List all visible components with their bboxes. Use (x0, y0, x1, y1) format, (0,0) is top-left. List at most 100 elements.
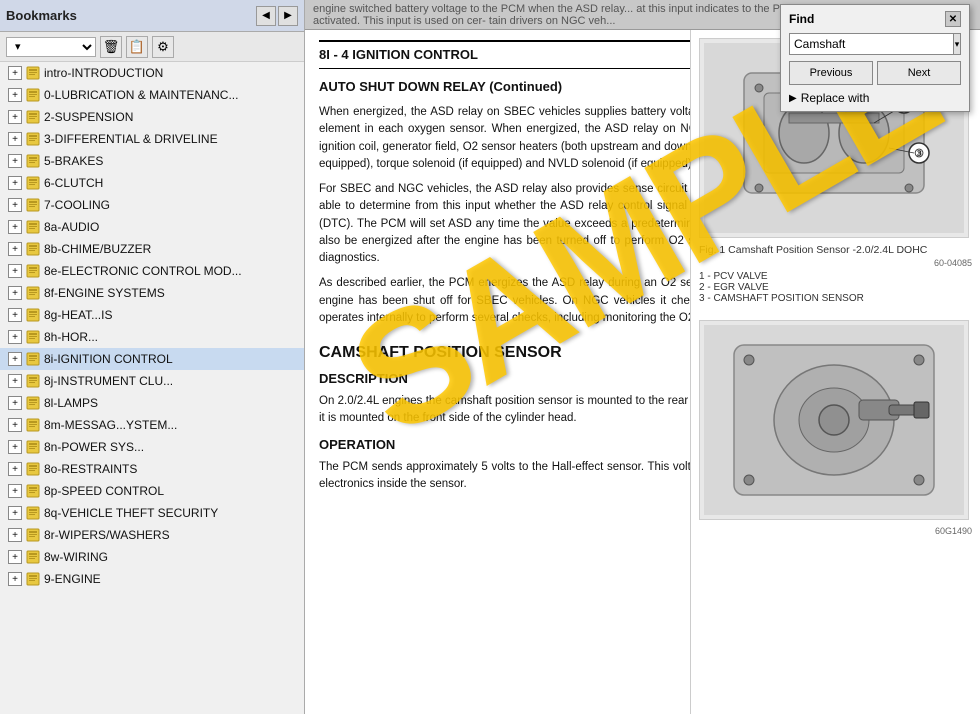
section-tag: 8I - 4 IGNITION CONTROL (319, 45, 478, 65)
bookmark-expand-engine[interactable]: + (8, 286, 22, 300)
bookmark-label-intro: intro-INTRODUCTION (44, 66, 163, 80)
figure-1-legend-3: 3 - CAMSHAFT POSITION SENSOR (699, 293, 972, 304)
bookmark-expand-instr[interactable]: + (8, 374, 22, 388)
sidebar-item-audio[interactable]: + 8a-AUDIO (0, 216, 304, 238)
figure-2-image (699, 320, 969, 520)
sidebar-item-wiring[interactable]: + 8w-WIRING (0, 546, 304, 568)
bookmark-expand-ecm[interactable]: + (8, 264, 22, 278)
find-previous-button[interactable]: Previous (789, 61, 873, 85)
bookmark-icon-ecm (26, 264, 40, 278)
sidebar-item-engine[interactable]: + 8f-ENGINE SYSTEMS (0, 282, 304, 304)
bookmark-expand-theft[interactable]: + (8, 506, 22, 520)
bookmark-label-ignition: 8i-IGNITION CONTROL (44, 352, 173, 366)
bookmark-expand-diff[interactable]: + (8, 132, 22, 146)
bookmark-icon-lamps (26, 396, 40, 410)
bookmark-expand-horn[interactable]: + (8, 330, 22, 344)
find-dropdown-button[interactable]: ▾ (954, 33, 961, 55)
bookmark-expand-lamps[interactable]: + (8, 396, 22, 410)
bookmark-expand-restraints[interactable]: + (8, 462, 22, 476)
sidebar-title: Bookmarks (6, 8, 77, 23)
sidebar-item-message[interactable]: + 8m-MESSAG...YSTEM... (0, 414, 304, 436)
sidebar-item-wipers[interactable]: + 8r-WIPERS/WASHERS (0, 524, 304, 546)
bookmark-label-instr: 8j-INSTRUMENT CLU... (44, 374, 173, 388)
sidebar-item-brakes[interactable]: + 5-BRAKES (0, 150, 304, 172)
bookmark-expand-wipers[interactable]: + (8, 528, 22, 542)
sidebar-item-speed[interactable]: + 8p-SPEED CONTROL (0, 480, 304, 502)
sidebar-nav-buttons: ◀ ▶ (256, 6, 298, 26)
find-next-button[interactable]: Next (877, 61, 961, 85)
sidebar-item-restraints[interactable]: + 8o-RESTRAINTS (0, 458, 304, 480)
sidebar-item-cooling[interactable]: + 7-COOLING (0, 194, 304, 216)
bookmark-expand-cooling[interactable]: + (8, 198, 22, 212)
bookmark-label-message: 8m-MESSAG...YSTEM... (44, 418, 177, 432)
bookmark-icon-wipers (26, 528, 40, 542)
sidebar-item-intro[interactable]: + intro-INTRODUCTION (0, 62, 304, 84)
bookmark-icon-diff (26, 132, 40, 146)
sidebar-item-heat[interactable]: + 8g-HEAT...IS (0, 304, 304, 326)
bookmark-expand-chime[interactable]: + (8, 242, 22, 256)
find-title: Find (789, 12, 814, 26)
replace-label: Replace with (801, 91, 870, 105)
bookmark-label-audio: 8a-AUDIO (44, 220, 99, 234)
sidebar-item-diff[interactable]: + 3-DIFFERENTIAL & DRIVELINE (0, 128, 304, 150)
bookmark-icon-brakes (26, 154, 40, 168)
sidebar-content: + intro-INTRODUCTION+ 0-LUBRICATION & MA… (0, 62, 304, 714)
bookmark-expand-ignition[interactable]: + (8, 352, 22, 366)
bookmark-label-engine: 8f-ENGINE SYSTEMS (44, 286, 165, 300)
bookmark-label-heat: 8g-HEAT...IS (44, 308, 112, 322)
figure-1-caption: Fig. 1 Camshaft Position Sensor -2.0/2.4… (699, 244, 972, 256)
figure-1-code: 60-04085 (699, 258, 972, 268)
bookmark-expand-susp[interactable]: + (8, 110, 22, 124)
sidebar-nav-right[interactable]: ▶ (278, 6, 298, 26)
sidebar-item-theft[interactable]: + 8q-VEHICLE THEFT SECURITY (0, 502, 304, 524)
figure-1-legend-2: 2 - EGR VALVE (699, 282, 972, 293)
bookmark-icon-horn (26, 330, 40, 344)
sidebar-delete-btn[interactable]: 🗑 (100, 36, 122, 58)
bookmark-expand-message[interactable]: + (8, 418, 22, 432)
sidebar-copy-btn[interactable]: 📋 (126, 36, 148, 58)
figure-1-legend-1: 1 - PCV VALVE (699, 271, 972, 282)
bookmark-icon-power (26, 440, 40, 454)
bookmark-expand-intro[interactable]: + (8, 66, 22, 80)
bookmark-expand-wiring[interactable]: + (8, 550, 22, 564)
bookmark-expand-power[interactable]: + (8, 440, 22, 454)
bookmark-expand-brakes[interactable]: + (8, 154, 22, 168)
bookmark-label-theft: 8q-VEHICLE THEFT SECURITY (44, 506, 218, 520)
bookmark-label-brakes: 5-BRAKES (44, 154, 103, 168)
sidebar-view-dropdown[interactable]: ▾ (6, 37, 96, 57)
sidebar-item-lube[interactable]: + 0-LUBRICATION & MAINTENANC... (0, 84, 304, 106)
sidebar-settings-btn[interactable]: ⚙ (152, 36, 174, 58)
right-panel: ② ③ Fig. 1 Camshaft Position Sensor -2.0… (690, 30, 980, 714)
bookmark-expand-audio[interactable]: + (8, 220, 22, 234)
bookmark-label-horn: 8h-HOR... (44, 330, 98, 344)
sidebar: Bookmarks ◀ ▶ ▾ 🗑 📋 ⚙ + intro-INTRODUCTI… (0, 0, 305, 714)
bookmark-label-restraints: 8o-RESTRAINTS (44, 462, 137, 476)
sidebar-item-ecm[interactable]: + 8e-ELECTRONIC CONTROL MOD... (0, 260, 304, 282)
bookmark-expand-speed[interactable]: + (8, 484, 22, 498)
find-search-input[interactable] (789, 33, 954, 55)
sidebar-item-susp[interactable]: + 2-SUSPENSION (0, 106, 304, 128)
sidebar-item-engine2[interactable]: + 9-ENGINE (0, 568, 304, 590)
bookmark-expand-heat[interactable]: + (8, 308, 22, 322)
sidebar-header: Bookmarks ◀ ▶ (0, 0, 304, 32)
sidebar-item-lamps[interactable]: + 8l-LAMPS (0, 392, 304, 414)
sidebar-item-chime[interactable]: + 8b-CHIME/BUZZER (0, 238, 304, 260)
sidebar-item-clutch[interactable]: + 6-CLUTCH (0, 172, 304, 194)
bookmark-icon-message (26, 418, 40, 432)
bookmark-expand-clutch[interactable]: + (8, 176, 22, 190)
bookmark-icon-ignition (26, 352, 40, 366)
sidebar-nav-left[interactable]: ◀ (256, 6, 276, 26)
sidebar-item-horn[interactable]: + 8h-HOR... (0, 326, 304, 348)
sidebar-item-instr[interactable]: + 8j-INSTRUMENT CLU... (0, 370, 304, 392)
bookmark-icon-wiring (26, 550, 40, 564)
bookmark-icon-susp (26, 110, 40, 124)
bookmark-expand-lube[interactable]: + (8, 88, 22, 102)
bookmark-icon-theft (26, 506, 40, 520)
find-close-button[interactable]: ✕ (945, 11, 961, 27)
bookmark-expand-engine2[interactable]: + (8, 572, 22, 586)
bookmark-icon-restraints (26, 462, 40, 476)
sidebar-item-power[interactable]: + 8n-POWER SYS... (0, 436, 304, 458)
bookmark-label-lube: 0-LUBRICATION & MAINTENANC... (44, 88, 238, 102)
sidebar-item-ignition[interactable]: + 8i-IGNITION CONTROL (0, 348, 304, 370)
replace-row[interactable]: ▶ Replace with (789, 91, 961, 105)
